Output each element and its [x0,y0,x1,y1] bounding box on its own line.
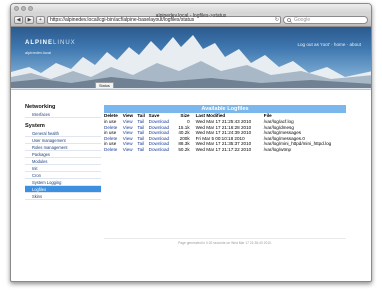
zoom-window-button[interactable] [28,6,33,11]
sidebar-item-user-management[interactable]: User management [25,137,101,144]
sidebar-item-cron[interactable]: Cron [25,172,101,179]
modified-cell: Wed Mar 17 21:17:22 2010 [195,146,252,152]
sidebar-nav-networking: Interfaces [25,111,101,118]
user-links[interactable]: Log out as 'root' · home · about [297,42,361,47]
brand-logo[interactable]: ALPINELINUX [25,40,76,46]
sidebar-item-system-logging[interactable]: System Logging [25,179,101,186]
sidebar-heading-networking: Networking [25,104,56,110]
file-cell: /var/log/wtmp [263,146,292,152]
minimize-window-button[interactable] [21,6,26,11]
hostname-label: alpinedev.local [25,50,52,55]
download-link[interactable]: Download [149,147,176,153]
tail-link[interactable]: Tail [137,147,148,153]
brand-thin: LINUX [53,40,76,46]
size-cell: 50.2k [178,146,190,152]
sidebar-heading-system: System [25,123,45,129]
search-field[interactable]: Google [283,16,368,24]
logfiles-panel: Available Logfiles Delete View Tail Save… [104,105,346,153]
header-banner: ALPINELINUX alpinedev.local Log out as '… [11,27,371,88]
sidebar-item-general-health[interactable]: General health [25,130,101,137]
table-row: Delete View Tail Download 50.2k Wed Mar … [104,147,346,153]
page-footer: Page generated in 0.02 seconds on Wed Ma… [104,238,346,245]
add-bookmark-button[interactable]: + [36,16,45,24]
browser-window: alpinedev.local - logfiles->status ◀ ▶ +… [10,3,372,282]
sidebar-item-roles-management[interactable]: Roles management [25,144,101,151]
brand-main: ALPINE [25,40,54,46]
window-controls [14,6,33,11]
sidebar-item-interfaces[interactable]: Interfaces [25,111,101,118]
window-title: alpinedev.local - logfiles->status [155,13,227,19]
search-icon [287,17,292,23]
view-link[interactable]: View [123,147,138,153]
delete-link[interactable]: Delete [104,147,123,153]
sidebar-item-logfiles[interactable]: Logfiles [25,186,101,193]
sidebar-nav-system: General health User management Roles man… [25,130,101,200]
sidebar-item-skins[interactable]: Skins [25,193,101,200]
page-content: Networking Interfaces System General hea… [11,90,371,281]
logfiles-table: Delete View Tail Save Size Last Modified… [104,113,346,153]
back-button[interactable]: ◀ [14,16,23,24]
forward-button[interactable]: ▶ [25,16,34,24]
sidebar: Networking Interfaces System General hea… [25,102,101,200]
table-title: Available Logfiles [104,105,346,113]
reload-icon[interactable]: ↻ [275,17,280,23]
sidebar-item-packages[interactable]: Packages [25,151,101,158]
sidebar-item-modules[interactable]: Modules [25,158,101,165]
close-window-button[interactable] [14,6,19,11]
sidebar-item-init[interactable]: Init [25,165,101,172]
tab-status[interactable]: Status [95,82,114,88]
window-titlebar: alpinedev.local - logfiles->status [11,4,371,19]
search-placeholder: Google [294,17,311,23]
mountain-image [11,35,371,88]
